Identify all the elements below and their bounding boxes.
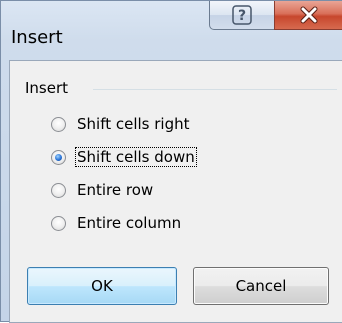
radio-shift-cells-down[interactable] [51, 149, 66, 165]
title-bar[interactable]: Insert ? [1, 1, 342, 59]
help-icon: ? [232, 5, 252, 25]
close-icon [300, 6, 317, 24]
svg-text:?: ? [238, 8, 246, 24]
window-title: Insert [11, 27, 63, 48]
option-label: Shift cells down [75, 147, 197, 167]
option-shift-cells-down[interactable]: Shift cells down [51, 146, 197, 168]
option-shift-cells-right[interactable]: Shift cells right [51, 113, 191, 135]
group-divider [93, 89, 337, 90]
option-entire-column[interactable]: Entire column [51, 212, 182, 234]
radio-entire-row[interactable] [51, 182, 66, 198]
option-label: Entire row [77, 181, 154, 199]
ok-button[interactable]: OK [27, 267, 177, 305]
radio-entire-column[interactable] [51, 215, 66, 231]
option-label: Entire column [77, 214, 182, 232]
insert-dialog: Insert ? Insert Shift cells right Shift … [0, 0, 342, 323]
option-label: Shift cells right [77, 115, 190, 133]
help-button[interactable]: ? [209, 1, 275, 30]
close-button[interactable] [274, 1, 342, 30]
option-entire-row[interactable]: Entire row [51, 179, 154, 201]
radio-shift-cells-right[interactable] [51, 116, 66, 132]
group-label: Insert [25, 79, 69, 97]
cancel-button[interactable]: Cancel [193, 267, 329, 305]
